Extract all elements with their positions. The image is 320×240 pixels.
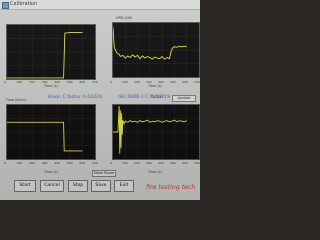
x-tick-label: 300: [146, 80, 152, 84]
x-tick-label: 500: [66, 161, 73, 165]
top-right-chart-svg: [113, 23, 199, 77]
make-room-button[interactable]: Make Room: [92, 170, 116, 177]
top-right-x-axis-title: Time (s): [148, 84, 162, 88]
x-tick-label: 500: [170, 161, 176, 165]
cancel-button[interactable]: Cancel: [40, 180, 64, 192]
x-tick-label: 100: [16, 80, 23, 84]
x-tick-label: 200: [134, 80, 140, 84]
x-tick-label: 0: [110, 80, 112, 84]
top-right-chart: [112, 22, 200, 78]
x-tick-label: 600: [79, 161, 86, 165]
hixson-factor-value: 0.04224: [83, 95, 102, 100]
x-tick-label: 700: [194, 80, 200, 84]
x-tick-label: 200: [29, 80, 35, 84]
update-button[interactable]: Update: [172, 95, 196, 102]
window-title: Calibration: [10, 1, 38, 7]
x-tick-label: 100: [122, 80, 128, 84]
x-tick-label: 700: [92, 80, 98, 84]
x-tick-label: 0: [4, 161, 6, 165]
bottom-left-x-axis-title: Time (s): [44, 170, 58, 174]
save-button[interactable]: Save: [91, 180, 111, 192]
x-tick-label: 700: [92, 161, 98, 165]
bottom-left-y-axis-title: Flow (l/min): [6, 98, 26, 102]
x-tick-label: 200: [134, 161, 140, 165]
x-tick-label: 0: [110, 161, 112, 165]
bottom-left-chart: [6, 104, 96, 160]
x-tick-label: 100: [122, 161, 128, 165]
hixson-factor-label: Hixon C factor: [48, 95, 81, 100]
x-tick-label: 200: [29, 161, 35, 165]
x-tick-label: 400: [158, 161, 164, 165]
x-tick-label: 600: [79, 80, 86, 84]
x-tick-label: 300: [41, 80, 48, 84]
x-tick-label: 400: [54, 161, 61, 165]
stop-button[interactable]: Stop: [68, 180, 88, 192]
brand-logo-text: fire testing tech: [146, 184, 196, 191]
bottom-left-chart-svg: [7, 105, 95, 159]
x-tick-label: 600: [182, 161, 188, 165]
x-tick-label: 500: [66, 80, 73, 84]
top-left-chart-svg: [7, 25, 95, 79]
bottom-right-chart: [112, 104, 200, 160]
top-right-y-axis-title: HRR (kW): [116, 16, 133, 20]
x-tick-label: 500: [170, 80, 176, 84]
title-bar: Calibration: [0, 0, 200, 10]
app-icon: [2, 2, 9, 9]
top-left-x-axis-title: Time (s): [44, 84, 58, 88]
x-tick-label: 700: [194, 161, 200, 165]
exit-button[interactable]: Exit: [114, 180, 134, 192]
x-tick-label: 400: [54, 80, 61, 84]
x-tick-label: 300: [41, 161, 48, 165]
x-tick-label: 300: [146, 161, 152, 165]
x-tick-label: 0: [4, 80, 6, 84]
start-button[interactable]: Start: [14, 180, 36, 192]
x-tick-label: 100: [16, 161, 23, 165]
x-tick-label: 600: [182, 80, 188, 84]
iso-factor-value: 0.04219: [151, 95, 170, 100]
calibration-window: Calibration Time (s) 0 100 200 300 400 500 600…: [0, 0, 200, 200]
top-left-chart: [6, 24, 96, 80]
x-tick-label: 400: [158, 80, 164, 84]
bottom-right-x-axis-title: Time (s): [148, 170, 162, 174]
bottom-right-chart-svg: [113, 105, 199, 159]
